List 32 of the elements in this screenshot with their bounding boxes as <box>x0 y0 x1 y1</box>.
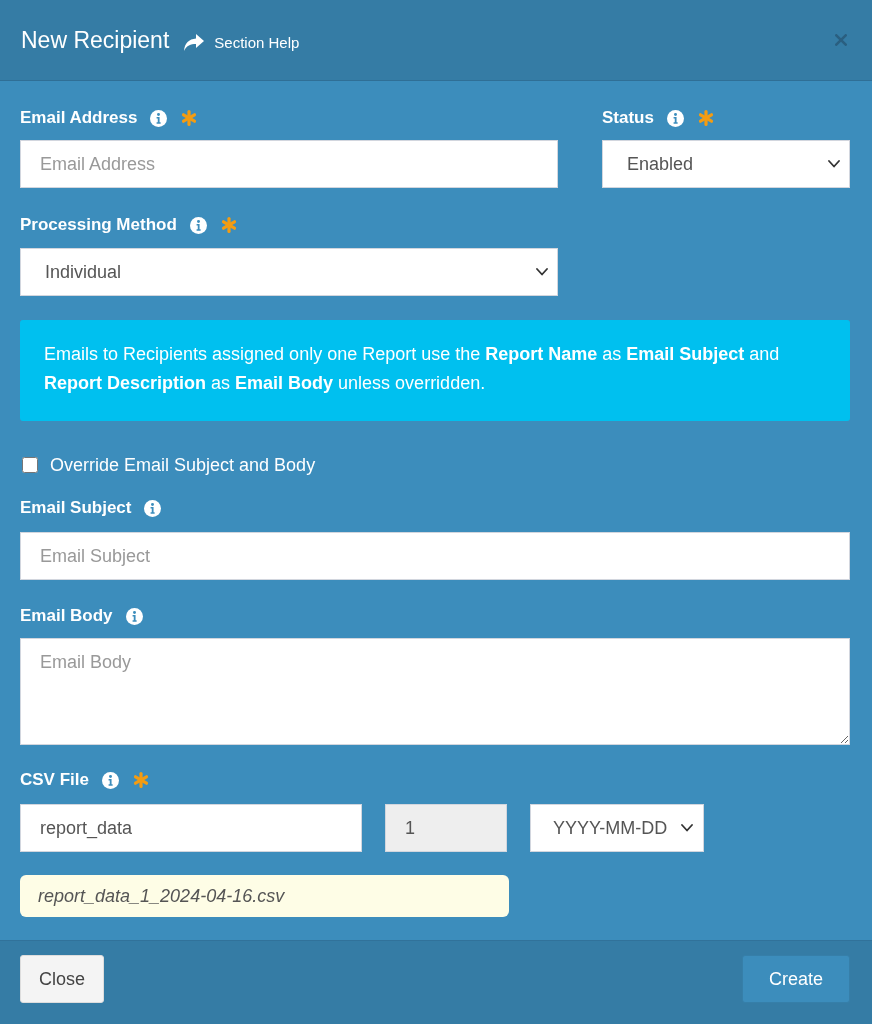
field-label: Processing Method <box>20 215 177 235</box>
email-body-textarea[interactable]: Email Body <box>20 638 850 745</box>
info-notice: Emails to Recipients assigned only one Report use the Report Name as Email Subject and Report Description as Email Body unless overridden. <box>20 320 850 421</box>
field-label: CSV File <box>20 770 89 790</box>
override-checkbox[interactable] <box>22 457 38 473</box>
email-subject-input[interactable]: Email Subject <box>20 532 850 580</box>
processing-method-select[interactable]: Individual <box>20 248 558 296</box>
create-button[interactable]: Create <box>742 955 850 1003</box>
filename-preview: report_data_1_2024-04-16.csv <box>20 875 509 917</box>
info-icon[interactable] <box>666 109 684 127</box>
dialog-title: New Recipient <box>21 26 170 54</box>
info-icon[interactable] <box>101 771 119 789</box>
status-select[interactable]: Enabled <box>602 140 850 188</box>
field-label: Email Address <box>20 108 138 128</box>
chevron-down-icon <box>828 160 840 168</box>
chevron-down-icon <box>681 824 693 832</box>
override-label[interactable]: Override Email Subject and Body <box>50 454 316 476</box>
info-icon[interactable] <box>150 109 168 127</box>
email-address-input[interactable]: Email Address <box>20 140 558 188</box>
section-help-link[interactable]: Section Help <box>184 33 300 51</box>
field-label: Email Subject <box>20 498 132 518</box>
share-arrow-icon <box>184 33 205 51</box>
info-icon[interactable] <box>125 607 143 625</box>
chevron-down-icon <box>536 268 548 276</box>
csv-sequence-input[interactable]: 1 <box>385 804 507 852</box>
field-label: Email Body <box>20 606 113 626</box>
info-icon[interactable] <box>189 216 207 234</box>
field-label: Status <box>602 108 654 128</box>
close-button[interactable]: Close <box>20 955 104 1003</box>
date-format-select[interactable]: YYYY-MM-DD <box>530 804 704 852</box>
info-icon[interactable] <box>144 499 162 517</box>
csv-name-input[interactable]: report_data <box>20 804 362 852</box>
